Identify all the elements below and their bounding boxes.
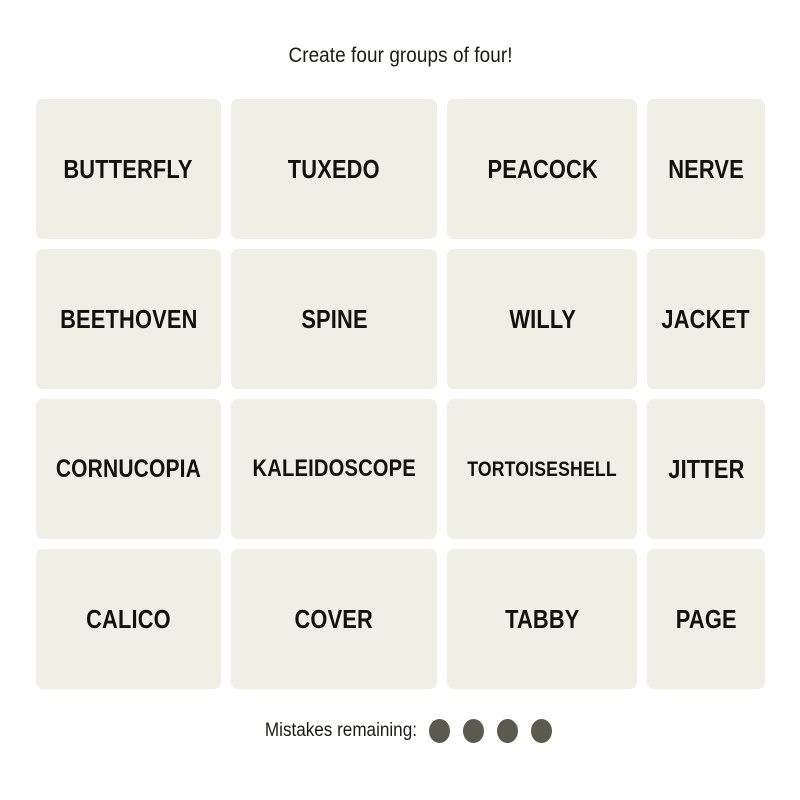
- mistakes-footer: Mistakes remaining:: [248, 719, 553, 743]
- puzzle-tile-label: BUTTERFLY: [63, 154, 194, 184]
- mistake-dot: [531, 719, 553, 743]
- puzzle-tile[interactable]: NERVE: [647, 99, 765, 239]
- puzzle-tile[interactable]: PEACOCK: [447, 99, 638, 239]
- puzzle-tile-label: PEACOCK: [487, 154, 598, 184]
- puzzle-tile-label: BEETHOVEN: [59, 304, 198, 334]
- mistake-dot: [497, 719, 519, 743]
- puzzle-tile-label: CALICO: [86, 604, 171, 634]
- puzzle-tile-label: SPINE: [300, 304, 368, 334]
- puzzle-tile[interactable]: JACKET: [647, 249, 765, 389]
- puzzle-tile-label: WILLY: [508, 304, 576, 334]
- puzzle-tile[interactable]: TABBY: [447, 549, 638, 689]
- puzzle-tile-label: CORNUCOPIA: [55, 454, 202, 483]
- puzzle-tile[interactable]: TUXEDO: [230, 99, 438, 239]
- puzzle-tile[interactable]: CALICO: [36, 549, 221, 689]
- puzzle-tile[interactable]: SPINE: [230, 249, 438, 389]
- puzzle-tile-label: TABBY: [505, 604, 580, 634]
- puzzle-grid: BUTTERFLY TUXEDO PEACOCK NERVE BEETHOVEN SPIN…: [36, 99, 765, 689]
- puzzle-tile[interactable]: CORNUCOPIA: [36, 399, 221, 539]
- page-title: Create four groups of four!: [287, 44, 513, 67]
- puzzle-tile[interactable]: COVER: [230, 549, 438, 689]
- puzzle-tile[interactable]: KALEIDOSCOPE: [230, 399, 438, 539]
- puzzle-tile-label: KALEIDOSCOPE: [252, 455, 416, 482]
- puzzle-tile[interactable]: BEETHOVEN: [36, 249, 221, 389]
- puzzle-tile[interactable]: WILLY: [447, 249, 638, 389]
- puzzle-tile-label: TORTOISESHELL: [467, 457, 618, 481]
- mistake-dot: [463, 719, 485, 743]
- puzzle-tile[interactable]: BUTTERFLY: [36, 99, 221, 239]
- puzzle-tile-label: COVER: [294, 604, 374, 634]
- connections-game: Create four groups of four! BUTTERFLY TUX…: [0, 0, 800, 800]
- mistakes-remaining-label: Mistakes remaining:: [264, 720, 417, 741]
- puzzle-tile[interactable]: TORTOISESHELL: [447, 399, 638, 539]
- puzzle-tile[interactable]: PAGE: [647, 549, 765, 689]
- mistake-dots: [429, 719, 553, 743]
- puzzle-tile-label: JACKET: [661, 304, 751, 334]
- mistake-dot: [429, 719, 451, 743]
- puzzle-tile-label: TUXEDO: [288, 154, 381, 184]
- puzzle-tile-label: JITTER: [667, 454, 745, 484]
- puzzle-tile[interactable]: JITTER: [647, 399, 765, 539]
- puzzle-tile-label: PAGE: [675, 604, 737, 634]
- puzzle-tile-label: NERVE: [668, 154, 744, 184]
